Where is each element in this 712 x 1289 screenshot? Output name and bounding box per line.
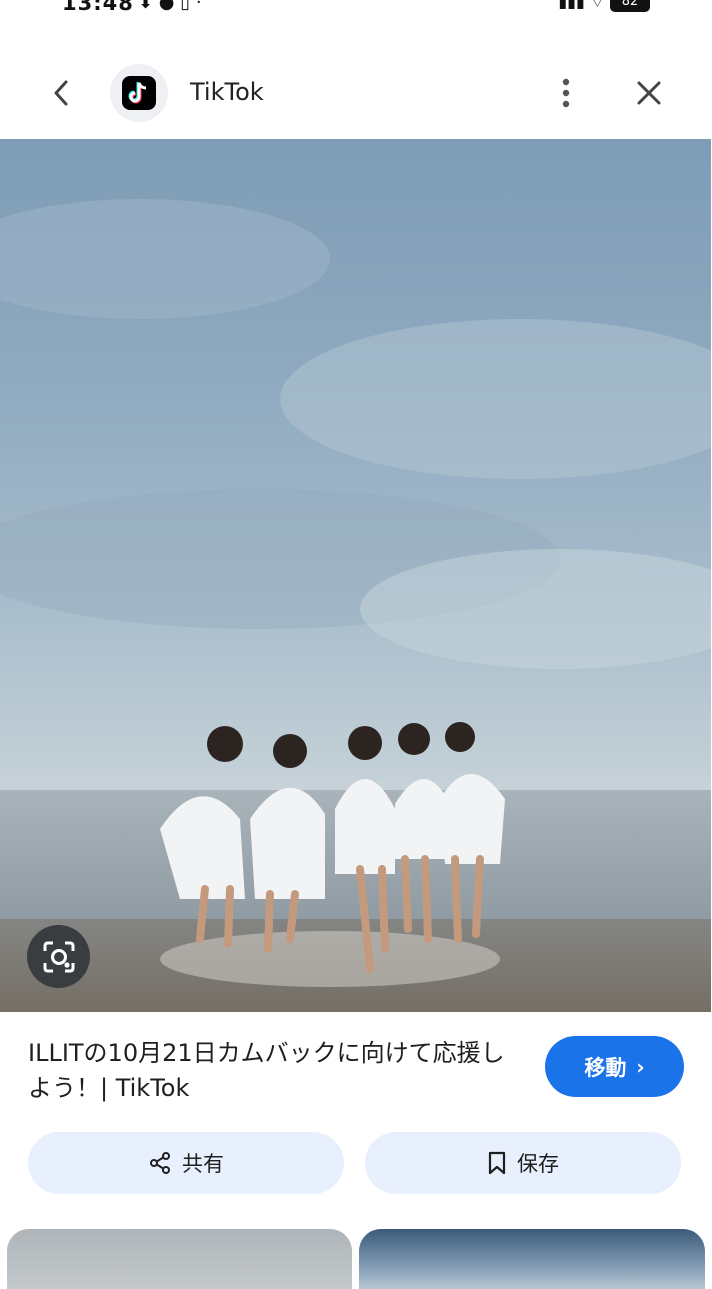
more-options-button[interactable] [546,70,586,116]
bookmark-icon [488,1151,506,1175]
visit-label: 移動 [584,1055,627,1080]
status-bar: 13:48 ⬇ ● ▯ · ▮▮▮ ⌔ 82 [0,0,712,16]
more-vertical-icon [562,78,570,108]
close-button[interactable] [626,70,672,116]
back-button[interactable] [38,70,84,116]
chevron-right-icon: › [636,1054,645,1079]
share-label: 共有 [182,1152,224,1176]
app-name: TikTok [190,78,264,106]
notification-icons: ⬇ ● ▯ · [138,0,202,13]
preview-image[interactable] [0,139,711,1012]
lens-search-button[interactable] [27,925,90,988]
result-title[interactable]: ILLITの10月21日カムバックに向けて応援しよう！| TikTok [28,1036,528,1106]
beach-photo [0,199,711,1012]
share-icon [150,1152,170,1174]
close-icon [637,81,661,105]
related-image-thumbnail[interactable] [7,1229,352,1289]
lens-icon [43,941,74,972]
save-label: 保存 [517,1152,559,1176]
share-button[interactable]: 共有 [28,1132,344,1194]
viewer-header: TikTok [0,48,712,138]
save-button[interactable]: 保存 [365,1132,681,1194]
tiktok-logo [110,64,168,122]
battery-icon: 82 [610,0,650,12]
visit-button[interactable]: 移動 › [545,1036,684,1097]
chevron-left-icon [54,80,68,106]
tiktok-note-icon [128,82,147,104]
status-right-icons: ▮▮▮ ⌔ 82 [558,0,650,12]
signal-icon: ▮▮▮ [558,0,585,11]
related-image-thumbnail[interactable] [359,1229,705,1289]
status-time: 13:48 [62,0,134,15]
wifi-icon: ⌔ [589,0,605,11]
